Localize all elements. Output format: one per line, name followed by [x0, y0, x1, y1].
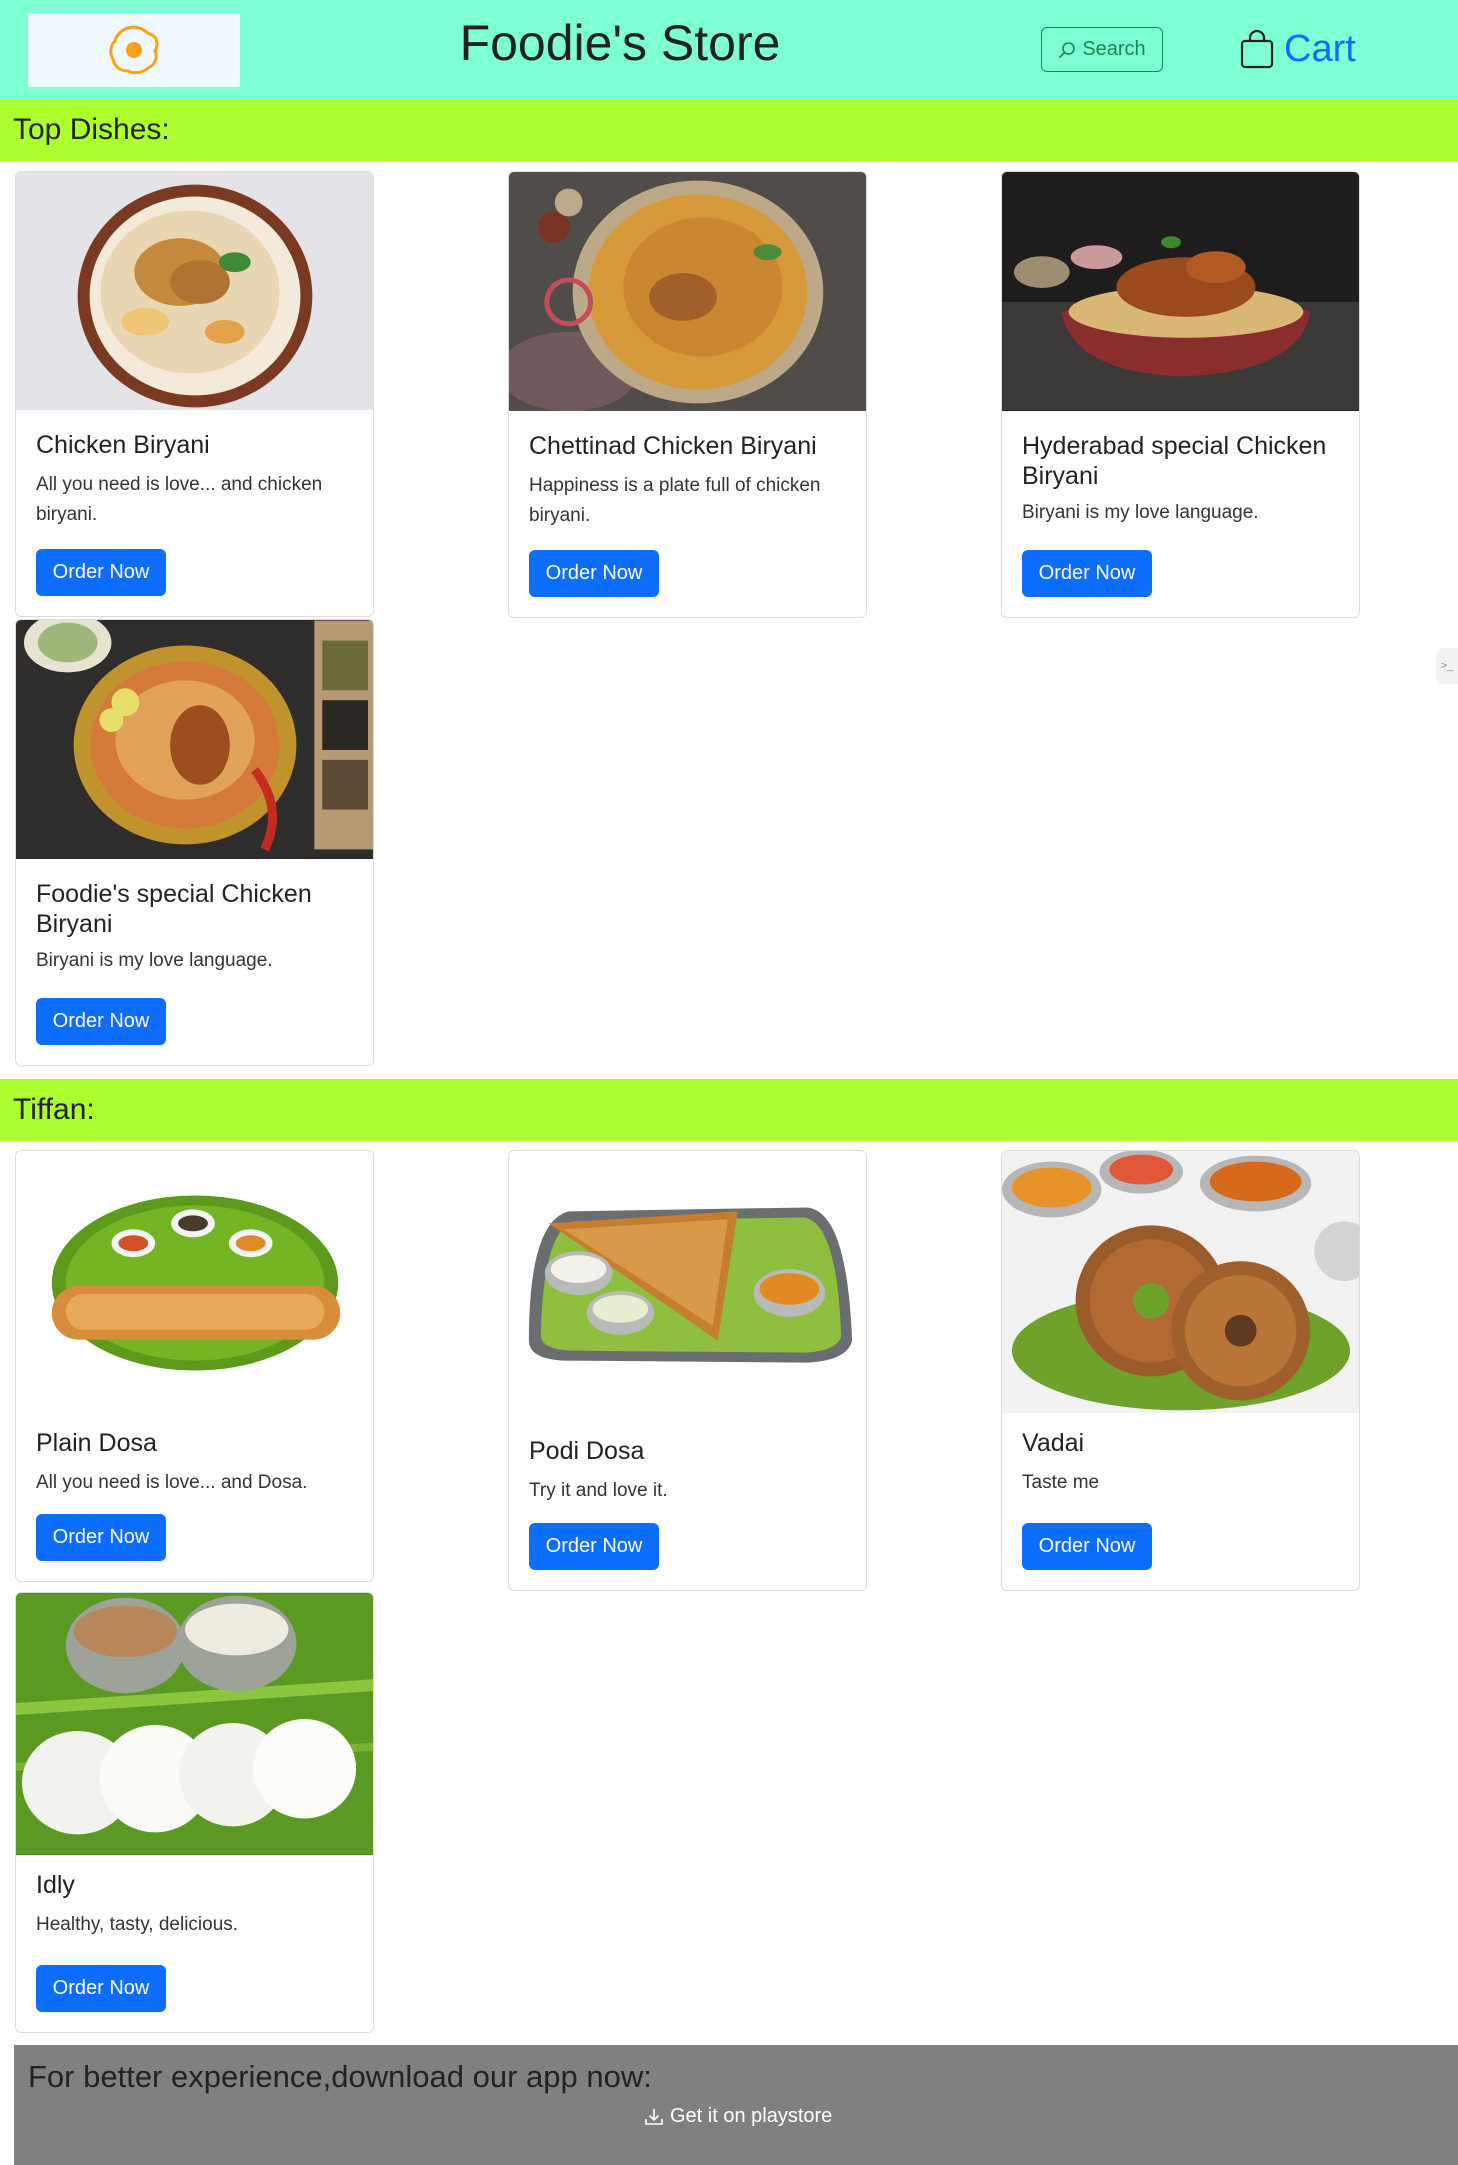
- search-icon: [1059, 41, 1076, 58]
- download-icon: [645, 2108, 663, 2125]
- dish-image: [16, 172, 373, 410]
- dish-image: [16, 620, 373, 859]
- dish-description: Try it and love it.: [529, 1480, 668, 1501]
- dish-image: [509, 172, 866, 411]
- cart-label: Cart: [1284, 27, 1356, 70]
- dish-description: All you need is love... and Dosa.: [36, 1472, 308, 1493]
- search-button[interactable]: Search: [1041, 27, 1163, 72]
- section-title: Top Dishes:: [13, 113, 170, 146]
- order-now-button[interactable]: Order Now: [1022, 550, 1152, 597]
- order-now-button[interactable]: Order Now: [529, 1523, 659, 1570]
- product-card: Vadai Taste me Order Now: [1001, 1150, 1360, 1591]
- dish-description: Happiness is a plate full of chicken bir…: [529, 475, 821, 526]
- dish-title: Vadai: [1022, 1429, 1085, 1457]
- cart-link[interactable]: Cart: [1240, 24, 1356, 74]
- dish-title: Idly: [36, 1871, 75, 1899]
- order-now-button[interactable]: Order Now: [36, 1514, 166, 1561]
- dish-image: [16, 1151, 373, 1413]
- order-now-button[interactable]: Order Now: [36, 1965, 166, 2012]
- order-now-button[interactable]: Order Now: [1022, 1523, 1152, 1570]
- dish-title: Plain Dosa: [36, 1429, 157, 1457]
- dish-title: Hyderabad special Chicken Biryani: [1022, 432, 1327, 490]
- order-now-button[interactable]: Order Now: [36, 549, 166, 596]
- side-panel-toggle[interactable]: >_: [1436, 648, 1458, 684]
- product-card: Hyderabad special Chicken Biryani Biryan…: [1001, 171, 1360, 618]
- dish-description: Healthy, tasty, delicious.: [36, 1914, 239, 1935]
- terminal-icon: >_: [1440, 660, 1454, 672]
- section-title: Tiffan:: [13, 1093, 95, 1126]
- dish-description: Biryani is my love language.: [1022, 502, 1259, 523]
- dish-title: Foodie's special Chicken Biryani: [36, 880, 312, 938]
- playstore-label: Get it on playstore: [670, 2105, 833, 2127]
- section-header-tiffan: Tiffan:: [0, 1079, 1458, 1141]
- dish-image: [1002, 172, 1359, 411]
- product-card: Idly Healthy, tasty, delicious. Order No…: [15, 1592, 374, 2033]
- footer: For better experience,download our app n…: [14, 2045, 1458, 2165]
- dish-image: [1002, 1151, 1359, 1413]
- dish-description: Biryani is my love language.: [36, 950, 273, 971]
- product-card: Chicken Biryani All you need is love... …: [15, 171, 374, 617]
- product-card: Podi Dosa Try it and love it. Order Now: [508, 1150, 867, 1591]
- footer-text: For better experience,download our app n…: [28, 2059, 652, 2094]
- order-now-button[interactable]: Order Now: [529, 550, 659, 597]
- product-card: Plain Dosa All you need is love... and D…: [15, 1150, 374, 1582]
- shopping-bag-icon: [1240, 29, 1274, 69]
- search-button-label: Search: [1082, 38, 1146, 60]
- product-card: Foodie's special Chicken Biryani Biryani…: [15, 619, 374, 1066]
- dish-description: Taste me: [1022, 1472, 1100, 1493]
- dish-description: All you need is love... and chicken biry…: [36, 474, 323, 525]
- dish-title: Chettinad Chicken Biryani: [529, 432, 817, 460]
- order-now-button[interactable]: Order Now: [36, 998, 166, 1045]
- section-header-top-dishes: Top Dishes:: [0, 99, 1458, 161]
- playstore-link[interactable]: Get it on playstore: [644, 2105, 832, 2128]
- top-navbar: Foodie's Store Search Cart: [0, 0, 1458, 99]
- product-card: Chettinad Chicken Biryani Happiness is a…: [508, 171, 867, 618]
- dish-image: [509, 1151, 866, 1421]
- dish-title: Chicken Biryani: [36, 431, 210, 459]
- dish-image: [16, 1593, 373, 1855]
- dish-title: Podi Dosa: [529, 1437, 645, 1465]
